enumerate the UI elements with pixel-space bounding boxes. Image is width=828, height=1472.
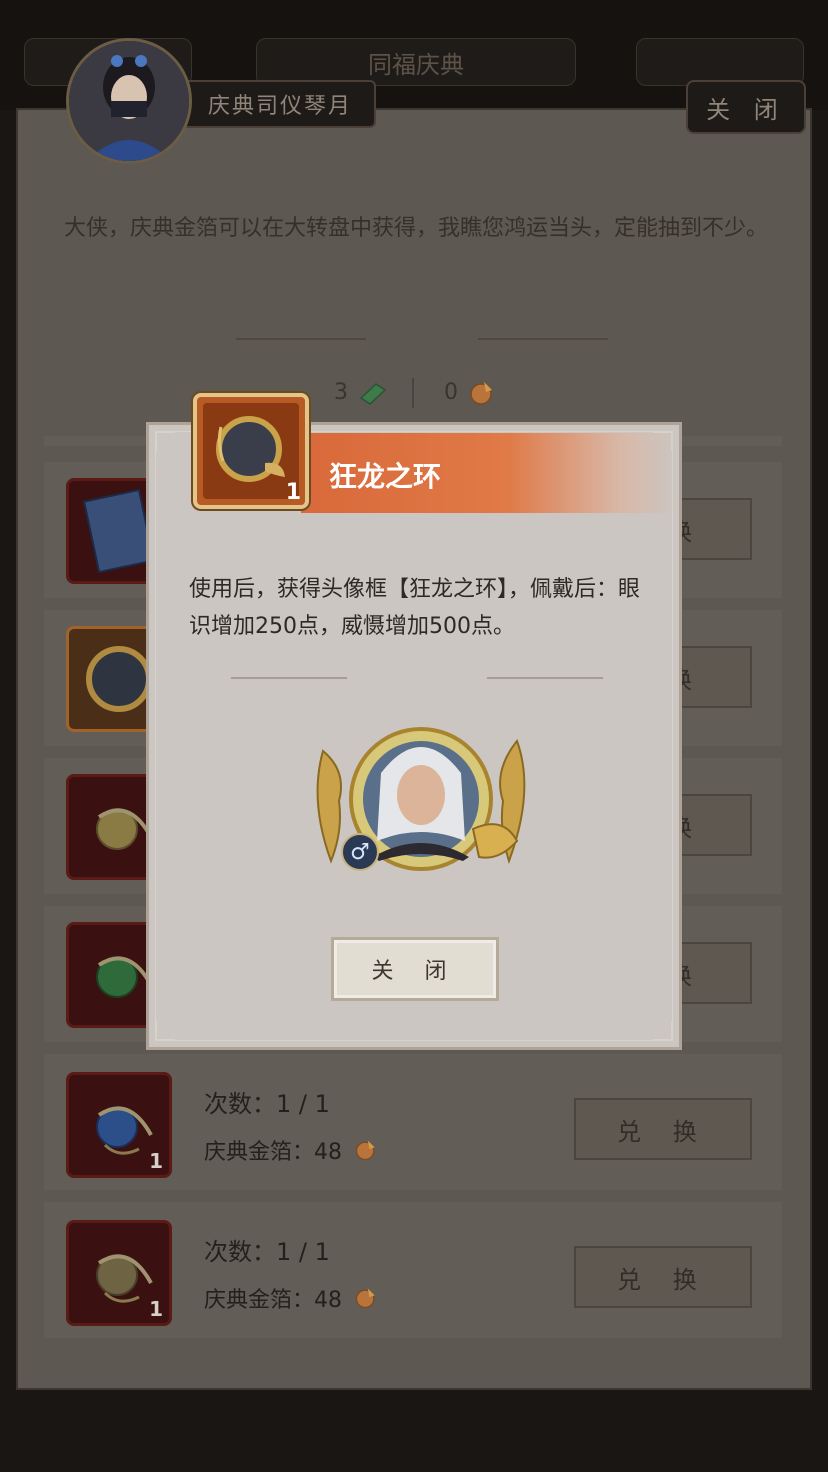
male-gender-icon: ♂ [341, 833, 379, 871]
dragon-avatar-frame-icon [316, 727, 526, 871]
exchange-button[interactable]: 兑 换 [574, 1098, 752, 1160]
divider-right [478, 338, 608, 340]
top-tab-right[interactable] [636, 38, 804, 86]
avatar-frame-preview: ♂ [303, 711, 539, 891]
close-button-top[interactable]: 关 闭 [686, 80, 806, 134]
exchange-button[interactable]: 兑 换 [574, 1246, 752, 1308]
dialog-item-slot: 1 [193, 393, 309, 509]
item-frame-bg [203, 403, 299, 499]
item-count: 1 [149, 1149, 163, 1173]
dialog-divider-left [231, 677, 347, 679]
dialog-close-button[interactable]: 关 闭 [331, 937, 499, 1001]
exchange-cost: 庆典金箔：48 [204, 1282, 379, 1314]
list-item: 1 次数：1 / 1 庆典金箔：48 兑 换 [44, 1202, 782, 1338]
exchange-times: 次数：1 / 1 [204, 1090, 330, 1118]
top-tab-center[interactable]: 同福庆典 [256, 38, 576, 86]
currency-separator [412, 378, 414, 408]
item-count: 1 [149, 1297, 163, 1321]
exchange-cost-text: 庆典金箔：48 [204, 1288, 342, 1313]
divider-left [236, 338, 366, 340]
dialog-item-count: 1 [285, 480, 301, 505]
item-detail-dialog: 狂龙之环 1 使用后，获得头像框【狂龙之环】，佩戴后：眼识增加250点，威慑增加… [146, 393, 682, 1050]
item-slot[interactable]: 1 [66, 1220, 172, 1326]
dialog-title: 狂龙之环 [329, 460, 442, 493]
gold-foil-icon [355, 1140, 375, 1161]
dragon-ring-icon [216, 416, 285, 482]
corner-ornament [653, 1021, 673, 1041]
npc-avatar [66, 38, 192, 164]
corner-ornament [155, 1021, 175, 1041]
dialog-divider-right [487, 677, 603, 679]
jade-ticket-icon [359, 383, 387, 405]
gold-foil-icon [470, 382, 492, 405]
npc-portrait-icon [69, 41, 189, 161]
item-slot[interactable]: 1 [66, 1072, 172, 1178]
currency-row: 3 0 [320, 378, 520, 410]
list-item: 1 次数：1 / 1 庆典金箔：48 兑 换 [44, 1054, 782, 1190]
gold-foil-icon [355, 1288, 375, 1309]
corner-ornament [155, 431, 175, 451]
npc-name-plate: 庆典司仪琴月 [180, 80, 376, 128]
currency-b-count: 0 [444, 380, 458, 405]
currency-a-count: 3 [334, 380, 348, 405]
intro-text: 大侠，庆典金箔可以在大转盘中获得，我瞧您鸿运当头，定能抽到不少。 [63, 216, 768, 241]
exchange-cost: 庆典金箔：48 [204, 1134, 379, 1166]
exchange-cost-text: 庆典金箔：48 [204, 1140, 342, 1165]
dialog-description: 使用后，获得头像框【狂龙之环】，佩戴后：眼识增加250点，威慑增加500点。 [189, 577, 641, 639]
exchange-times: 次数：1 / 1 [204, 1238, 330, 1266]
